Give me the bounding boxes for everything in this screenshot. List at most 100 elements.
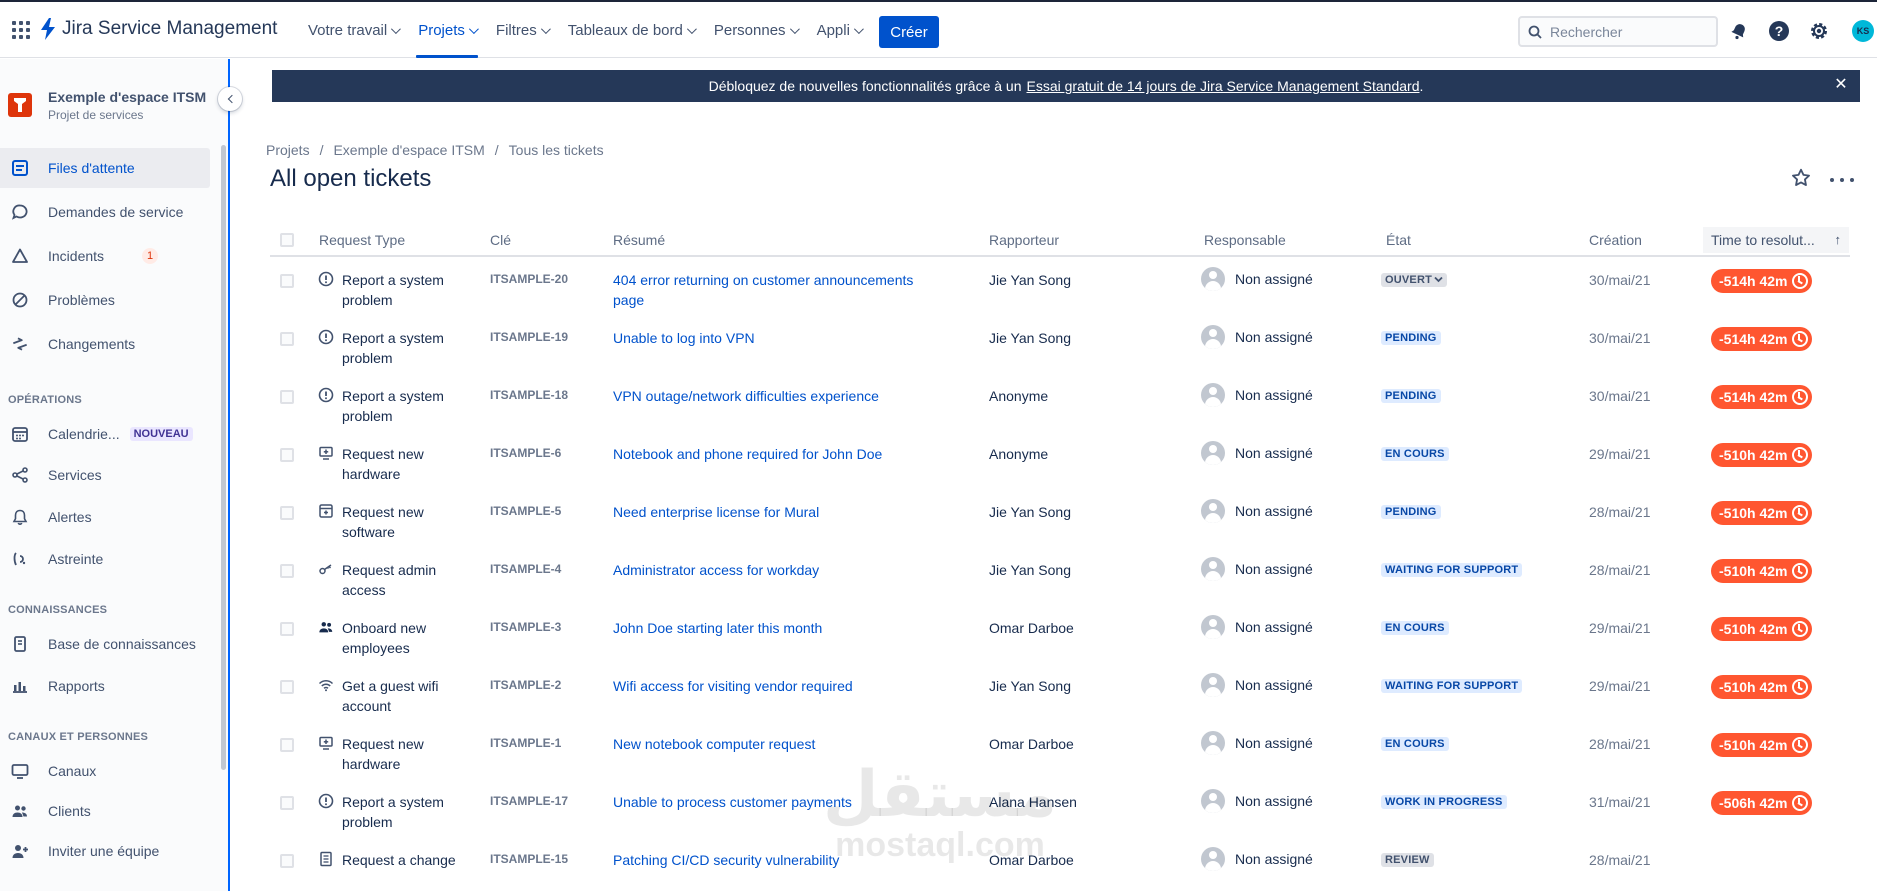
issue-key-link[interactable]: ITSAMPLE-5: [490, 504, 561, 518]
assignee-cell[interactable]: Non assigné: [1201, 673, 1313, 697]
table-row[interactable]: Request new hardware ITSAMPLE-6 Notebook a…: [270, 431, 1850, 489]
product-logo[interactable]: Jira Service Management: [40, 18, 277, 40]
issue-key-link[interactable]: ITSAMPLE-1: [490, 736, 561, 750]
status-lozenge[interactable]: OUVERT: [1381, 273, 1448, 287]
assignee-cell[interactable]: Non assigné: [1201, 615, 1313, 639]
row-checkbox[interactable]: [280, 796, 294, 810]
table-row[interactable]: Request new hardware ITSAMPLE-1 New notebo…: [270, 721, 1850, 779]
issue-key-link[interactable]: ITSAMPLE-18: [490, 388, 568, 402]
assignee-cell[interactable]: Non assigné: [1201, 731, 1313, 755]
summary-link[interactable]: Administrator access for workday: [613, 560, 943, 580]
row-checkbox[interactable]: [280, 390, 294, 404]
issue-key-link[interactable]: ITSAMPLE-3: [490, 620, 561, 634]
search-box[interactable]: [1518, 16, 1718, 47]
table-row[interactable]: Onboard new employees ITSAMPLE-3 John Doe …: [270, 605, 1850, 663]
nav-votre-travail[interactable]: Votre travail: [300, 2, 406, 58]
summary-link[interactable]: Need enterprise license for Mural: [613, 502, 943, 522]
nav-tableaux-de-bord[interactable]: Tableaux de bord: [560, 2, 702, 58]
settings-icon[interactable]: [1808, 20, 1830, 42]
sidebar-item-changements[interactable]: Changements: [0, 324, 210, 364]
table-row[interactable]: Request a change ITSAMPLE-15 Patching CI/C…: [270, 837, 1850, 891]
trial-link[interactable]: Essai gratuit de 14 jours de Jira Servic…: [1027, 78, 1420, 94]
assignee-cell[interactable]: Non assigné: [1201, 383, 1313, 407]
issue-key-link[interactable]: ITSAMPLE-17: [490, 794, 568, 808]
row-checkbox[interactable]: [280, 448, 294, 462]
column-summary[interactable]: Résumé: [613, 232, 665, 248]
user-avatar[interactable]: KS: [1852, 20, 1874, 42]
issue-key-link[interactable]: ITSAMPLE-6: [490, 446, 561, 460]
row-checkbox[interactable]: [280, 274, 294, 288]
notifications-icon[interactable]: [1728, 20, 1750, 42]
summary-link[interactable]: 404 error returning on customer announce…: [613, 270, 943, 310]
row-checkbox[interactable]: [280, 854, 294, 868]
row-checkbox[interactable]: [280, 622, 294, 636]
summary-link[interactable]: Notebook and phone required for John Doe: [613, 444, 943, 464]
table-row[interactable]: Report a system problem ITSAMPLE-18 VPN ou…: [270, 373, 1850, 431]
assignee-cell[interactable]: Non assigné: [1201, 325, 1313, 349]
assignee-cell[interactable]: Non assigné: [1201, 441, 1313, 465]
help-icon[interactable]: ?: [1768, 20, 1790, 42]
summary-link[interactable]: John Doe starting later this month: [613, 618, 943, 638]
nav-personnes[interactable]: Personnes: [706, 2, 805, 58]
breadcrumb-all-tickets[interactable]: Tous les tickets: [509, 142, 604, 158]
assignee-cell[interactable]: Non assigné: [1201, 847, 1313, 871]
sidebar-item-demandes-de-service[interactable]: Demandes de service: [0, 192, 210, 232]
sidebar-item-problemes[interactable]: Problèmes: [0, 280, 210, 320]
column-created[interactable]: Création: [1589, 232, 1642, 248]
sidebar-scrollbar[interactable]: [221, 145, 226, 770]
issue-key-link[interactable]: ITSAMPLE-19: [490, 330, 568, 344]
column-key[interactable]: Clé: [490, 232, 511, 248]
assignee-cell[interactable]: Non assigné: [1201, 789, 1313, 813]
more-options-icon[interactable]: [1830, 172, 1854, 188]
sidebar-item-calendrie[interactable]: Calendrie... NOUVEAU: [0, 414, 210, 454]
summary-link[interactable]: VPN outage/network difficulties experien…: [613, 386, 943, 406]
row-checkbox[interactable]: [280, 506, 294, 520]
breadcrumb-projects[interactable]: Projets: [266, 142, 310, 158]
row-checkbox[interactable]: [280, 738, 294, 752]
sidebar-item-incidents[interactable]: Incidents 1: [0, 236, 210, 276]
nav-appli[interactable]: Appli: [809, 2, 869, 58]
row-checkbox[interactable]: [280, 332, 294, 346]
summary-link[interactable]: New notebook computer request: [613, 734, 943, 754]
sidebar-item-base-de-connaissances[interactable]: Base de connaissances: [0, 624, 210, 664]
table-row[interactable]: Get a guest wifi account ITSAMPLE-2 Wifi a…: [270, 663, 1850, 721]
sidebar-resize-handle[interactable]: [228, 59, 230, 891]
create-button[interactable]: Créer: [879, 16, 939, 48]
issue-key-link[interactable]: ITSAMPLE-15: [490, 852, 568, 866]
column-time-to-resolution[interactable]: Time to resolut... ↑: [1703, 227, 1849, 253]
column-status[interactable]: État: [1386, 232, 1411, 248]
project-header[interactable]: Exemple d'espace ITSM Projet de services: [8, 89, 206, 122]
sidebar-item-inviter-une-equipe[interactable]: Inviter une équipe: [0, 831, 210, 871]
sidebar-item-services[interactable]: Services: [0, 455, 210, 495]
issue-key-link[interactable]: ITSAMPLE-20: [490, 272, 568, 286]
sidebar-item-alertes[interactable]: Alertes: [0, 497, 210, 537]
column-reporter[interactable]: Rapporteur: [989, 232, 1059, 248]
table-row[interactable]: Request admin access ITSAMPLE-4 Administra…: [270, 547, 1850, 605]
star-icon[interactable]: [1790, 167, 1814, 191]
column-request-type[interactable]: Request Type: [319, 232, 405, 248]
select-all-checkbox[interactable]: [280, 233, 294, 247]
search-input[interactable]: [1550, 23, 1700, 40]
column-assignee[interactable]: Responsable: [1204, 232, 1286, 248]
app-switcher-icon[interactable]: [12, 21, 30, 39]
breadcrumb-project[interactable]: Exemple d'espace ITSM: [333, 142, 484, 158]
collapse-sidebar-button[interactable]: [218, 87, 242, 111]
row-checkbox[interactable]: [280, 564, 294, 578]
issue-key-link[interactable]: ITSAMPLE-4: [490, 562, 561, 576]
nav-filtres[interactable]: Filtres: [488, 2, 556, 58]
table-row[interactable]: Request new software ITSAMPLE-5 Need enter…: [270, 489, 1850, 547]
sidebar-item-clients[interactable]: Clients: [0, 791, 210, 831]
table-row[interactable]: Report a system problem ITSAMPLE-19 Unable…: [270, 315, 1850, 373]
table-row[interactable]: Report a system problem ITSAMPLE-20 404 er…: [270, 257, 1850, 315]
assignee-cell[interactable]: Non assigné: [1201, 499, 1313, 523]
sidebar-item-files-d-attente[interactable]: Files d'attente: [0, 148, 210, 188]
sidebar-item-canaux[interactable]: Canaux: [0, 751, 210, 791]
close-icon[interactable]: ✕: [1834, 77, 1848, 93]
issue-key-link[interactable]: ITSAMPLE-2: [490, 678, 561, 692]
nav-projets[interactable]: Projets: [410, 2, 484, 58]
summary-link[interactable]: Unable to log into VPN: [613, 328, 943, 348]
summary-link[interactable]: Wifi access for visiting vendor required: [613, 676, 943, 696]
sidebar-item-astreinte[interactable]: Astreinte: [0, 539, 210, 579]
table-row[interactable]: Report a system problem ITSAMPLE-17 Unable…: [270, 779, 1850, 837]
sidebar-item-rapports[interactable]: Rapports: [0, 666, 210, 706]
